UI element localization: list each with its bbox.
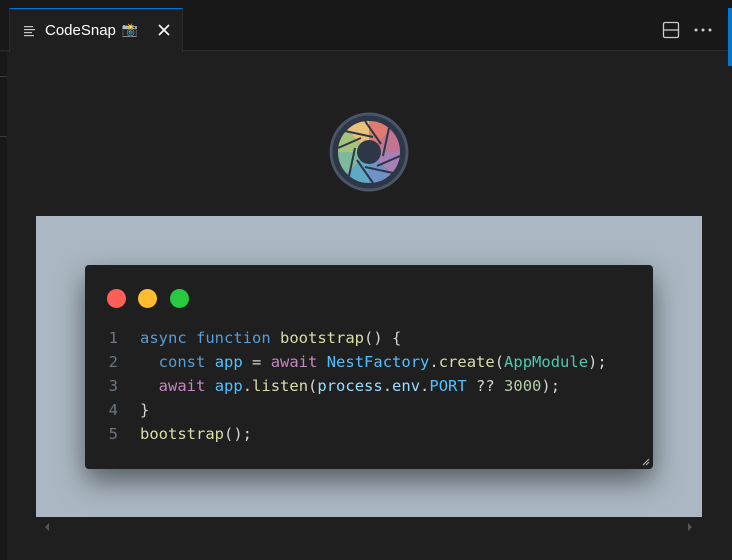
resize-grip-icon[interactable] [642,458,650,466]
line-number: 5 [108,425,118,443]
code-text: async function bootstrap() { [140,326,401,350]
code-token: (); [224,425,252,443]
aperture-logo-icon [329,112,409,192]
window-dot-red [107,289,126,308]
scroll-left-arrow-icon[interactable] [43,522,51,532]
code-token: PORT [429,377,467,395]
code-token: await [270,353,318,371]
code-line: 2 const app = await NestFactory.create(A… [85,350,653,374]
code-text: const app = await NestFactory.create(App… [140,350,607,374]
line-number: 3 [108,377,118,395]
line-number: 2 [108,353,118,371]
code-line: 1 async function bootstrap() { [85,326,653,350]
code-token: ( [494,353,505,371]
code-token: create [438,353,495,371]
code-token: NestFactory [326,353,430,371]
code-token: . [420,377,430,395]
camera-icon: 📸 [121,23,139,38]
code-token: app [214,353,243,371]
code-window: 1 async function bootstrap() {2 const app… [85,265,653,469]
tab-codesnap[interactable]: CodeSnap 📸 [9,8,183,52]
code-token: ); [541,377,561,395]
code-token: = [242,353,271,371]
code-line: 5 bootstrap(); [85,422,653,446]
code-line: 3 await app.listen(process.env.PORT ?? 3… [85,374,653,398]
split-editor-icon[interactable] [662,21,680,39]
line-number: 4 [108,401,118,419]
scrollbar-accent [728,8,732,66]
code-token: ); [588,353,607,371]
code-block[interactable]: 1 async function bootstrap() {2 const app… [85,326,653,446]
code-token: ( [308,377,318,395]
code-token: const [158,353,206,371]
code-token: bootstrap [280,329,365,347]
code-line: 4} [85,398,653,422]
left-panel-divider [0,136,7,137]
code-token: } [140,401,150,419]
code-token: . [242,377,253,395]
snapshot-frame[interactable]: 1 async function bootstrap() {2 const app… [36,216,702,517]
tab-title: CodeSnap [45,22,116,39]
code-token: env [392,377,421,395]
code-token: await [158,377,206,395]
scroll-right-arrow-icon[interactable] [686,522,694,532]
left-panel-divider [0,76,7,77]
code-token: . [429,353,439,371]
code-token: () { [364,329,402,347]
code-token: bootstrap [140,425,224,443]
window-dot-green [170,289,189,308]
code-text: } [140,398,149,422]
line-number: 1 [108,329,118,347]
title-bar-strip [0,0,732,8]
code-token: app [214,377,243,395]
code-token: AppModule [504,353,589,371]
code-token: . [382,377,393,395]
code-token: listen [252,377,309,395]
code-text: await app.listen(process.env.PORT ?? 300… [140,374,560,398]
window-dot-yellow [138,289,157,308]
code-token: function [196,329,271,347]
close-icon[interactable] [156,22,172,38]
code-token: 3000 [504,377,542,395]
more-actions-icon[interactable] [693,21,713,39]
code-text: bootstrap(); [140,422,252,446]
left-panel-edge [0,52,7,560]
document-lines-icon [24,25,35,36]
code-token: ?? [466,377,505,395]
code-token: async [140,329,187,347]
code-token: process [317,377,383,395]
